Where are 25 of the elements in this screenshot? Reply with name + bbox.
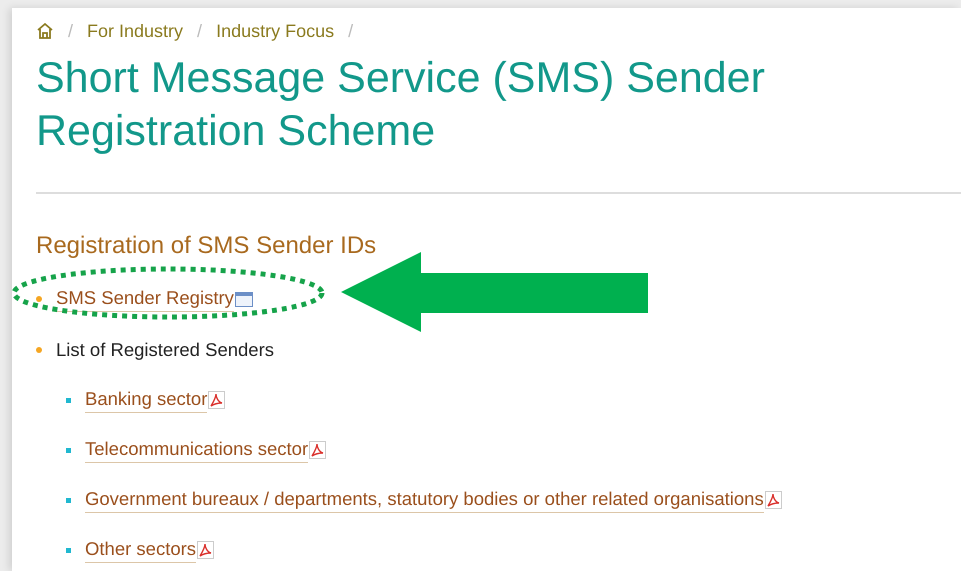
pdf-icon: [764, 491, 782, 509]
pdf-icon: [197, 541, 214, 559]
bullet-icon: [66, 548, 71, 552]
document-link[interactable]: SMS Sender Registry: [56, 286, 234, 312]
window-icon: [234, 292, 253, 306]
breadcrumb-separator: /: [197, 20, 202, 42]
breadcrumb-link[interactable]: For Industry: [87, 20, 184, 42]
list-text: List of Registered Senders: [56, 339, 274, 361]
document-link[interactable]: Banking sector: [85, 388, 208, 412]
bullet-icon: [36, 347, 42, 353]
document-link[interactable]: Telecommunications sector: [85, 438, 308, 462]
bullet-icon: [36, 296, 42, 302]
home-icon[interactable]: [36, 22, 54, 40]
document-link[interactable]: Government bureaux / departments, statutory bodies or other related organisations: [85, 488, 764, 512]
bullet-icon: [66, 448, 71, 452]
bullet-icon: [66, 398, 71, 402]
breadcrumb-link[interactable]: Industry Focus: [216, 20, 334, 42]
pdf-icon: [208, 391, 226, 409]
pdf-icon: [309, 441, 326, 459]
breadcrumb-separator: /: [348, 20, 354, 42]
breadcrumb-separator: /: [68, 20, 74, 42]
page-title: Short Message Service (SMS) Sender Registration Scheme: [36, 53, 766, 157]
bullet-icon: [66, 498, 71, 502]
section-heading: Registration of SMS Sender IDs: [36, 232, 378, 260]
document-link[interactable]: Other sectors: [85, 538, 196, 562]
